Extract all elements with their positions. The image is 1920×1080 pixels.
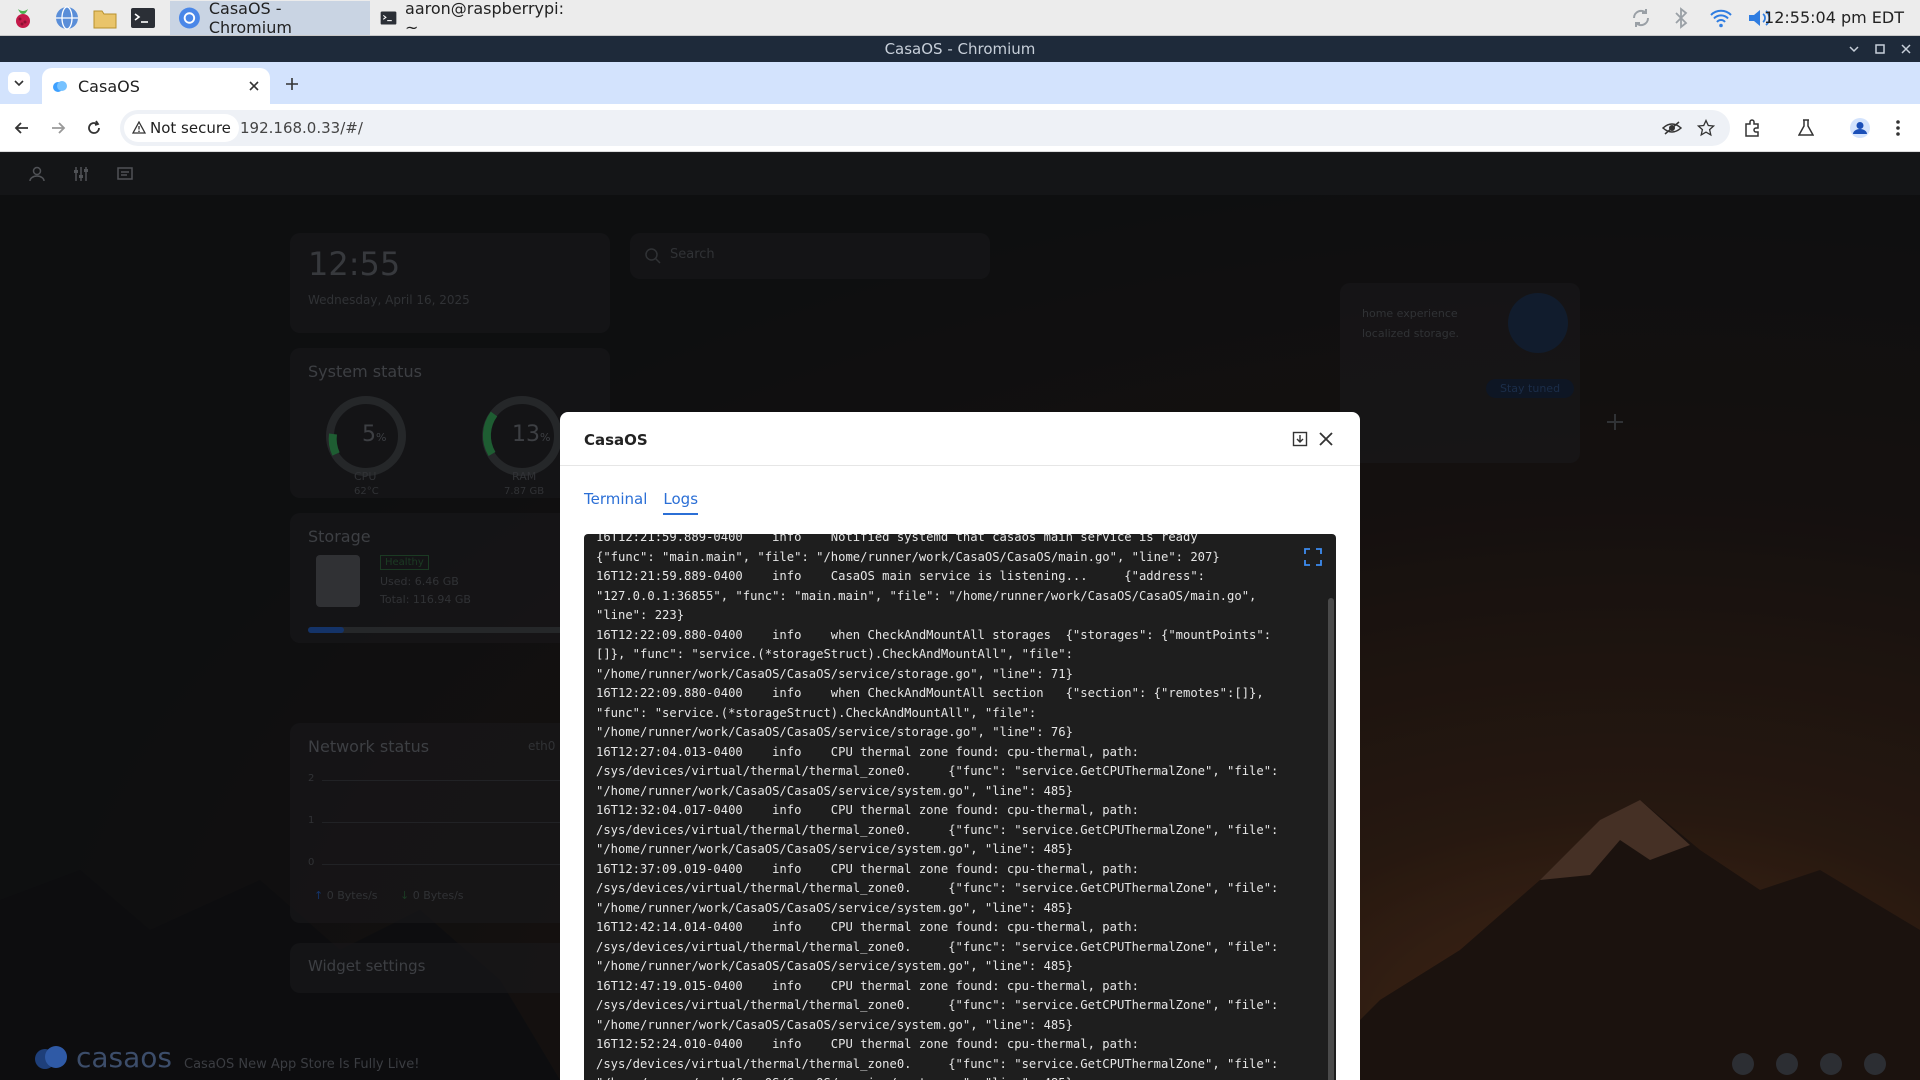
log-line: /sys/devices/virtual/thermal/thermal_zon…: [596, 822, 1279, 837]
log-line: 16T12:42:14.014-0400 info CPU thermal zo…: [596, 920, 1139, 934]
tab-logs[interactable]: Logs: [663, 490, 699, 515]
browser-tabstrip: CasaOS: [0, 62, 1920, 104]
log-line: 16T12:27:04.013-0400 info CPU thermal zo…: [596, 744, 1139, 759]
log-line: {"func": "main.main", "file": "/home/run…: [596, 549, 1220, 564]
minimize-icon[interactable]: [1844, 39, 1864, 59]
dialog-header: CasaOS: [560, 412, 1360, 466]
browser-tab-casaos[interactable]: CasaOS: [42, 68, 270, 104]
raspberry-menu-icon[interactable]: [8, 3, 38, 33]
new-tab-icon[interactable]: [280, 72, 304, 96]
log-line: /sys/devices/virtual/thermal/thermal_zon…: [596, 881, 1279, 895]
task-label: CasaOS - Chromium: [208, 0, 292, 37]
browser-toolbar: Not secure 192.168.0.33/#/: [0, 104, 1920, 152]
log-line: /sys/devices/virtual/thermal/thermal_zon…: [596, 939, 1279, 954]
tab-search-icon[interactable]: [8, 72, 30, 94]
log-line: "/home/runner/work/CasaOS/CasaOS/service…: [596, 783, 1073, 798]
update-icon[interactable]: [1626, 3, 1656, 33]
window-title: CasaOS - Chromium: [884, 40, 1036, 58]
forward-icon[interactable]: [46, 116, 70, 140]
warning-icon: [132, 121, 146, 134]
footer-note[interactable]: CasaOS New App Store Is Fully Live!: [184, 1057, 419, 1072]
address-bar[interactable]: Not secure 192.168.0.33/#/: [120, 110, 1730, 146]
log-line: "/home/runner/work/CasaOS/CasaOS/service…: [596, 725, 1073, 739]
taskbar-clock[interactable]: 12:55:04 pm EDT: [1764, 8, 1904, 27]
log-line: /sys/devices/virtual/thermal/thermal_zon…: [596, 1056, 1279, 1071]
log-line: "/home/runner/work/CasaOS/CasaOS/service…: [596, 1017, 1073, 1032]
log-line: /sys/devices/virtual/thermal/thermal_zon…: [596, 998, 1279, 1012]
dialog-tabs: Terminal Logs: [584, 490, 699, 515]
back-icon[interactable]: [10, 116, 34, 140]
tab-terminal[interactable]: Terminal: [584, 490, 647, 515]
log-line: "/home/runner/work/CasaOS/CasaOS/service…: [596, 959, 1073, 973]
url-text[interactable]: 192.168.0.33/#/: [240, 119, 363, 137]
download-icon[interactable]: [1290, 429, 1310, 449]
profile-avatar-icon[interactable]: [1848, 116, 1872, 140]
casaos-page: 12:55 Wednesday, April 16, 2025 Search S…: [0, 153, 1920, 1080]
task-chromium[interactable]: CasaOS - Chromium: [170, 0, 370, 37]
terminal-launcher-icon[interactable]: [128, 3, 158, 33]
file-manager-icon[interactable]: [90, 3, 120, 33]
close-tab-icon[interactable]: [248, 80, 260, 92]
labs-flask-icon[interactable]: [1794, 116, 1818, 140]
tab-label: CasaOS: [78, 76, 140, 96]
log-line: "func": "service.(*storageStruct).CheckA…: [596, 705, 1037, 720]
discord-icon[interactable]: [1776, 1053, 1798, 1075]
extensions-icon[interactable]: [1740, 116, 1764, 140]
log-line: "/home/runner/work/CasaOS/CasaOS/service…: [596, 842, 1073, 856]
terminal-icon: [380, 11, 397, 25]
log-lines: 16T12:21:59.889-0400 info Notified syste…: [596, 534, 1324, 1080]
task-label: aaron@raspberrypi: ~: [405, 0, 564, 37]
task-terminal[interactable]: aaron@raspberrypi: ~: [372, 0, 572, 37]
log-line: "/home/runner/work/CasaOS/CasaOS/service…: [596, 666, 1073, 681]
log-line: 16T12:32:04.017-0400 info CPU thermal zo…: [596, 803, 1139, 817]
tracking-protection-icon[interactable]: [1660, 116, 1684, 140]
log-line: "line": 223}: [596, 608, 685, 622]
chromium-icon: [178, 7, 200, 29]
security-label: Not secure: [150, 119, 231, 137]
close-window-icon[interactable]: [1896, 39, 1916, 59]
log-line: "/home/runner/work/CasaOS/CasaOS/service…: [596, 900, 1073, 915]
wifi-icon[interactable]: [1706, 3, 1736, 33]
feedback-icon[interactable]: [1732, 1053, 1754, 1075]
log-line: []}, "func": "service.(*storageStruct).C…: [596, 647, 1073, 661]
bluetooth-icon[interactable]: [1666, 3, 1696, 33]
fullscreen-icon[interactable]: [1304, 548, 1322, 566]
reload-icon[interactable]: [82, 116, 106, 140]
log-line: /sys/devices/virtual/thermal/thermal_zon…: [596, 764, 1279, 778]
casaos-favicon-icon: [53, 81, 67, 92]
dialog-title: CasaOS: [584, 431, 648, 449]
bookmark-star-icon[interactable]: [1694, 116, 1718, 140]
browser-menu-icon[interactable]: [1886, 116, 1910, 140]
log-line: 16T12:47:19.015-0400 info CPU thermal zo…: [596, 978, 1139, 993]
log-line: 16T12:21:59.889-0400 info CasaOS main se…: [596, 569, 1206, 583]
maximize-icon[interactable]: [1870, 39, 1890, 59]
footer-brand: casaos: [76, 1041, 173, 1074]
security-chip[interactable]: Not secure: [124, 114, 239, 142]
casaos-logo-icon: [35, 1045, 67, 1069]
web-browser-icon[interactable]: [52, 3, 82, 33]
log-scrollbar[interactable]: [1328, 598, 1334, 1080]
log-line: "/home/runner/work/CasaOS/CasaOS/service…: [596, 1074, 1324, 1080]
github-icon[interactable]: [1820, 1053, 1842, 1075]
casaos-footer-logo: casaos: [32, 1041, 172, 1074]
log-line: 16T12:37:09.019-0400 info CPU thermal zo…: [596, 861, 1139, 876]
log-output[interactable]: 16T12:21:59.889-0400 info Notified syste…: [584, 534, 1336, 1080]
log-line: 16T12:21:59.889-0400 info Notified syste…: [596, 534, 1198, 544]
chat-icon[interactable]: [1864, 1053, 1886, 1075]
os-taskbar: CasaOS - Chromium aaron@raspberrypi: ~ 1…: [0, 0, 1920, 37]
log-line: 16T12:22:09.880-0400 info when CheckAndM…: [596, 686, 1264, 700]
log-line: "127.0.0.1:36855", "func": "main.main", …: [596, 588, 1257, 603]
window-titlebar: CasaOS - Chromium: [0, 36, 1920, 62]
close-dialog-icon[interactable]: [1316, 429, 1336, 449]
log-line: 16T12:52:24.010-0400 info CPU thermal zo…: [596, 1037, 1139, 1051]
log-line: 16T12:22:09.880-0400 info when CheckAndM…: [596, 627, 1272, 642]
casaos-logs-dialog: CasaOS Terminal Logs 16T12:21:59.889-040…: [560, 412, 1360, 1080]
